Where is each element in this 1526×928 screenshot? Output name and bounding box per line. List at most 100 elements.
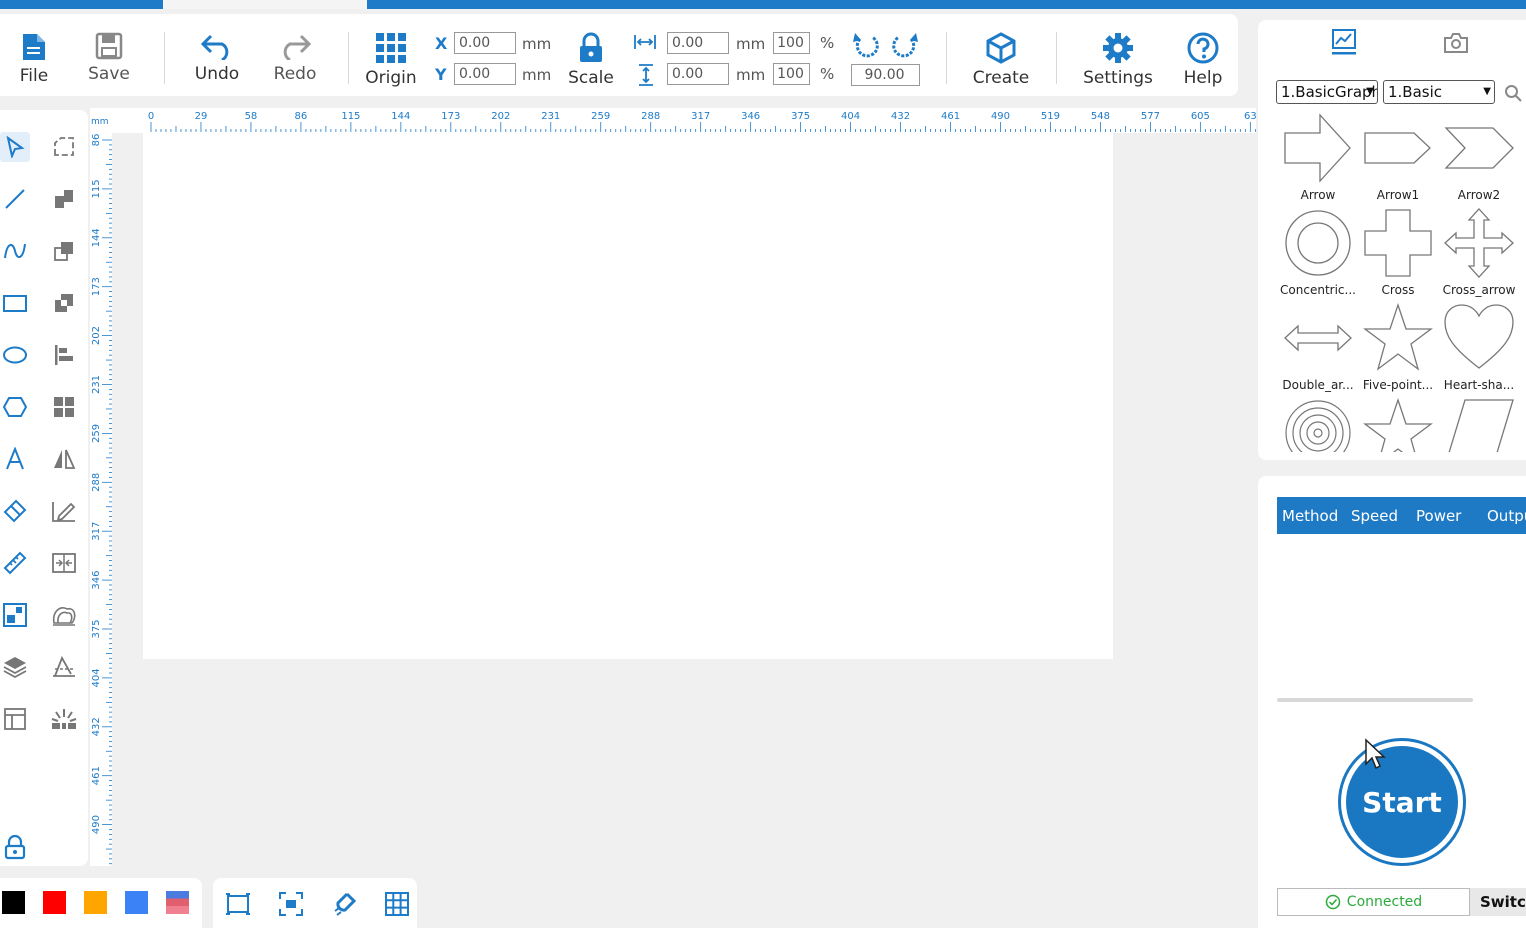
width-input[interactable]: [667, 32, 729, 54]
magnet-snap-icon[interactable]: [331, 891, 357, 917]
color-swatch-black[interactable]: [2, 891, 25, 914]
origin-button[interactable]: Origin: [362, 14, 420, 96]
shape-five-point-star[interactable]: Five-point...: [1358, 302, 1438, 397]
offset-tool[interactable]: [49, 600, 79, 630]
distribute-icon: [52, 553, 76, 573]
fit-page-icon[interactable]: [225, 891, 251, 917]
shape-spiral[interactable]: [1278, 397, 1358, 452]
settings-button[interactable]: Settings: [1080, 14, 1156, 96]
ruler-label: 86: [91, 134, 102, 147]
subcategory-select[interactable]: 1.Basic ▼: [1383, 80, 1495, 104]
width-percent-sign: %: [820, 34, 835, 52]
shape-double-arrow[interactable]: Double_ar...: [1278, 302, 1358, 397]
camera-tab[interactable]: [1442, 30, 1476, 60]
shape-arrow2[interactable]: Arrow2: [1439, 112, 1519, 207]
layer-job-panel: Method Speed Power Output Start Connecte…: [1258, 476, 1526, 928]
lock-toggle[interactable]: [0, 832, 30, 862]
start-button[interactable]: Start: [1338, 738, 1466, 866]
union-tool[interactable]: [49, 184, 79, 214]
ruler-label: 231: [91, 375, 102, 394]
color-swatch-orange[interactable]: [84, 891, 107, 914]
rotation-input[interactable]: [851, 64, 920, 86]
column-speed[interactable]: Speed: [1351, 507, 1398, 525]
line-icon: [5, 189, 25, 209]
x-position-input[interactable]: [454, 32, 516, 54]
grid-toggle-icon[interactable]: [384, 891, 410, 917]
color-swatch-blue[interactable]: [125, 891, 148, 914]
column-power[interactable]: Power: [1416, 507, 1461, 525]
ruler-label: 259: [91, 424, 102, 443]
shape-heart[interactable]: Heart-sha...: [1439, 302, 1519, 397]
layout-tool[interactable]: [0, 704, 30, 734]
padlock-icon: [4, 834, 26, 860]
ruler-label: 0: [148, 111, 154, 122]
position-tool[interactable]: [0, 600, 30, 630]
draw-tool[interactable]: [49, 496, 79, 526]
search-icon[interactable]: [1504, 84, 1522, 102]
cut-line-tool[interactable]: [49, 652, 79, 682]
ruler-label: 173: [91, 277, 102, 296]
shape-arrow1[interactable]: Arrow1: [1358, 112, 1438, 207]
save-button[interactable]: Save: [84, 14, 134, 96]
work-area-canvas[interactable]: [143, 133, 1113, 659]
switch-button[interactable]: Switch: [1470, 888, 1526, 916]
height-percent-input[interactable]: [773, 63, 810, 85]
undo-button[interactable]: Undo: [190, 14, 244, 96]
select-tool[interactable]: [0, 132, 30, 162]
column-output[interactable]: Output: [1487, 507, 1526, 525]
shape-cross[interactable]: Cross: [1358, 207, 1438, 302]
y-label: Y: [435, 65, 447, 84]
shape-star[interactable]: [1358, 397, 1438, 452]
ruler-label: 202: [491, 111, 510, 122]
file-button[interactable]: File: [10, 14, 58, 96]
shape-concentric[interactable]: Concentric...: [1278, 207, 1358, 302]
scale-lock-button[interactable]: Scale: [565, 14, 617, 96]
library-tab[interactable]: [1330, 28, 1364, 62]
node-edit-tool[interactable]: [49, 132, 79, 162]
subtract-tool[interactable]: [49, 236, 79, 266]
shape-label: Arrow: [1300, 188, 1336, 202]
eraser-tool[interactable]: [0, 496, 30, 526]
align-tool[interactable]: [49, 340, 79, 370]
redo-button[interactable]: Redo: [268, 14, 322, 96]
curve-tool[interactable]: [0, 236, 30, 266]
help-button[interactable]: Help: [1176, 14, 1230, 96]
rotate-cw-icon[interactable]: [891, 31, 919, 61]
category-select[interactable]: 1.BasicGraph ▼: [1276, 80, 1378, 104]
shape-cross-arrow[interactable]: Cross_arrow: [1439, 207, 1519, 302]
layers-tool[interactable]: [0, 652, 30, 682]
pointer-icon: [6, 136, 25, 158]
ellipse-tool[interactable]: [0, 340, 30, 370]
laser-tool[interactable]: [49, 704, 79, 734]
spiral-shape-icon: [1285, 400, 1351, 452]
create-button[interactable]: Create: [970, 14, 1032, 96]
toolbar-divider: [946, 32, 947, 84]
shape-label: Concentric...: [1280, 283, 1356, 297]
layer-list-scrollbar[interactable]: [1277, 698, 1473, 702]
rectangle-tool[interactable]: [0, 288, 30, 318]
measure-tool[interactable]: [0, 548, 30, 578]
rotate-ccw-icon[interactable]: [852, 31, 880, 61]
intersect-tool[interactable]: [49, 288, 79, 318]
shape-parallelogram[interactable]: [1439, 397, 1519, 452]
column-method[interactable]: Method: [1282, 507, 1338, 525]
polygon-tool[interactable]: [0, 392, 30, 422]
text-tool[interactable]: [0, 444, 30, 474]
ruler-label: 346: [741, 111, 760, 122]
y-position-input[interactable]: [454, 63, 516, 85]
image-chart-icon: [1332, 29, 1356, 55]
distribute-tool[interactable]: [49, 548, 79, 578]
mirror-tool[interactable]: [49, 444, 79, 474]
color-palette: [0, 878, 202, 928]
color-swatch-multi[interactable]: [166, 891, 189, 914]
array-tool[interactable]: [49, 392, 79, 422]
shape-label: Heart-sha...: [1443, 378, 1515, 392]
fit-selection-icon[interactable]: [278, 891, 304, 917]
width-percent-input[interactable]: [773, 32, 810, 54]
line-tool[interactable]: [0, 184, 30, 214]
shape-arrow[interactable]: Arrow: [1278, 112, 1358, 207]
arrow2-shape-icon: [1444, 127, 1514, 169]
height-input[interactable]: [667, 63, 729, 85]
color-swatch-red[interactable]: [43, 891, 66, 914]
ruler-label: 173: [441, 111, 460, 122]
